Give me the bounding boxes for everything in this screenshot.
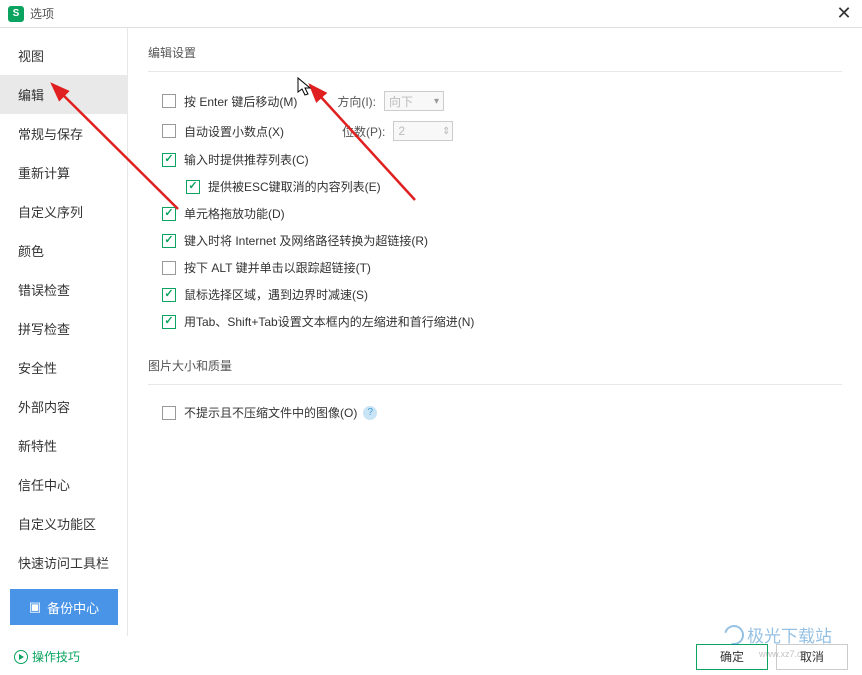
sidebar-item-recalculate[interactable]: 重新计算	[0, 153, 127, 192]
sidebar-item-edit[interactable]: 编辑	[0, 75, 127, 114]
row-internet-hyperlink: 键入时将 Internet 及网络路径转换为超链接(R)	[148, 227, 842, 254]
sidebar-item-spell-check[interactable]: 拼写检查	[0, 309, 127, 348]
row-mouse-slow: 鼠标选择区域，遇到边界时减速(S)	[148, 281, 842, 308]
sidebar-item-custom-list[interactable]: 自定义序列	[0, 192, 127, 231]
direction-group: 方向(I): 向下	[337, 91, 444, 111]
sidebar-item-label: 常规与保存	[18, 127, 83, 142]
sidebar-item-color[interactable]: 颜色	[0, 231, 127, 270]
section-edit-settings-header: 编辑设置	[148, 38, 842, 72]
places-label: 位数(P):	[342, 123, 385, 140]
sidebar-item-label: 拼写检查	[18, 322, 70, 337]
ok-button[interactable]: 确定	[696, 644, 768, 670]
footer-buttons: 确定 取消	[696, 644, 848, 670]
sidebar-item-label: 快速访问工具栏	[18, 556, 109, 571]
backup-icon: ▣	[29, 599, 41, 615]
tips-link[interactable]: 操作技巧	[14, 648, 80, 665]
backup-label: 备份中心	[47, 598, 99, 617]
row-alt-hyperlink: 按下 ALT 键并单击以跟踪超链接(T)	[148, 254, 842, 281]
direction-label: 方向(I):	[337, 93, 376, 110]
tips-label: 操作技巧	[32, 648, 80, 665]
sidebar-item-label: 安全性	[18, 361, 57, 376]
checkbox-label: 单元格拖放功能(D)	[184, 205, 285, 222]
sidebar-item-error-check[interactable]: 错误检查	[0, 270, 127, 309]
sidebar-item-trust-center[interactable]: 信任中心	[0, 465, 127, 504]
sidebar-item-quick-toolbar[interactable]: 快速访问工具栏	[0, 543, 127, 582]
sidebar-item-external-content[interactable]: 外部内容	[0, 387, 127, 426]
checkbox-label: 提供被ESC键取消的内容列表(E)	[208, 178, 381, 195]
row-auto-decimal: 自动设置小数点(X) 位数(P): 2	[148, 116, 842, 146]
cancel-button[interactable]: 取消	[776, 644, 848, 670]
checkbox-label: 输入时提供推荐列表(C)	[184, 151, 309, 168]
checkbox-esc-cancel-list[interactable]	[186, 180, 200, 194]
close-icon[interactable]: ✕	[834, 3, 854, 24]
row-cell-drag: 单元格拖放功能(D)	[148, 200, 842, 227]
sidebar-item-label: 外部内容	[18, 400, 70, 415]
row-esc-cancel-list: 提供被ESC键取消的内容列表(E)	[148, 173, 842, 200]
checkbox-image-compress[interactable]	[162, 406, 176, 420]
checkbox-label: 用Tab、Shift+Tab设置文本框内的左缩进和首行缩进(N)	[184, 313, 474, 330]
sidebar-item-label: 自定义序列	[18, 205, 83, 220]
content-panel: 编辑设置 按 Enter 键后移动(M) 方向(I): 向下 自动设置小数点(X…	[128, 28, 862, 636]
sidebar-item-label: 信任中心	[18, 478, 70, 493]
checkbox-cell-drag[interactable]	[162, 207, 176, 221]
backup-center-button[interactable]: ▣ 备份中心	[10, 589, 118, 625]
sidebar-item-view[interactable]: 视图	[0, 36, 127, 75]
titlebar: S 选项 ✕	[0, 0, 862, 28]
row-recommend-list: 输入时提供推荐列表(C)	[148, 146, 842, 173]
sidebar-item-label: 错误检查	[18, 283, 70, 298]
row-enter-move: 按 Enter 键后移动(M) 方向(I): 向下	[148, 86, 842, 116]
play-icon	[14, 650, 28, 664]
checkbox-mouse-slow[interactable]	[162, 288, 176, 302]
sidebar-item-new-features[interactable]: 新特性	[0, 426, 127, 465]
window-title: 选项	[30, 5, 54, 22]
direction-select[interactable]: 向下	[384, 91, 444, 111]
sidebar-item-label: 自定义功能区	[18, 517, 96, 532]
row-image-compress: 不提示且不压缩文件中的图像(O) ?	[148, 399, 842, 426]
sidebar-item-custom-ribbon[interactable]: 自定义功能区	[0, 504, 127, 543]
sidebar-item-general-save[interactable]: 常规与保存	[0, 114, 127, 153]
checkbox-label: 自动设置小数点(X)	[184, 123, 284, 140]
sidebar-item-security[interactable]: 安全性	[0, 348, 127, 387]
places-group: 位数(P): 2	[342, 121, 453, 141]
app-logo-icon: S	[8, 6, 24, 22]
section-image-quality-header: 图片大小和质量	[148, 351, 842, 385]
footer: 操作技巧 确定 取消	[0, 637, 862, 675]
checkbox-enter-move[interactable]	[162, 94, 176, 108]
checkbox-alt-hyperlink[interactable]	[162, 261, 176, 275]
checkbox-recommend-list[interactable]	[162, 153, 176, 167]
checkbox-internet-hyperlink[interactable]	[162, 234, 176, 248]
checkbox-label: 鼠标选择区域，遇到边界时减速(S)	[184, 286, 368, 303]
sidebar: 视图 编辑 常规与保存 重新计算 自定义序列 颜色 错误检查 拼写检查 安全性 …	[0, 28, 128, 636]
sidebar-item-label: 重新计算	[18, 166, 70, 181]
sidebar-item-label: 编辑	[18, 88, 44, 103]
checkbox-label: 键入时将 Internet 及网络路径转换为超链接(R)	[184, 232, 428, 249]
checkbox-tab-indent[interactable]	[162, 315, 176, 329]
sidebar-item-label: 新特性	[18, 439, 57, 454]
checkbox-label: 不提示且不压缩文件中的图像(O)	[184, 404, 357, 421]
checkbox-auto-decimal[interactable]	[162, 124, 176, 138]
sidebar-item-label: 颜色	[18, 244, 44, 259]
main-area: 视图 编辑 常规与保存 重新计算 自定义序列 颜色 错误检查 拼写检查 安全性 …	[0, 28, 862, 636]
checkbox-label: 按下 ALT 键并单击以跟踪超链接(T)	[184, 259, 371, 276]
sidebar-item-label: 视图	[18, 49, 44, 64]
help-icon[interactable]: ?	[363, 406, 377, 420]
checkbox-label: 按 Enter 键后移动(M)	[184, 93, 297, 110]
row-tab-indent: 用Tab、Shift+Tab设置文本框内的左缩进和首行缩进(N)	[148, 308, 842, 335]
places-spinner[interactable]: 2	[393, 121, 453, 141]
